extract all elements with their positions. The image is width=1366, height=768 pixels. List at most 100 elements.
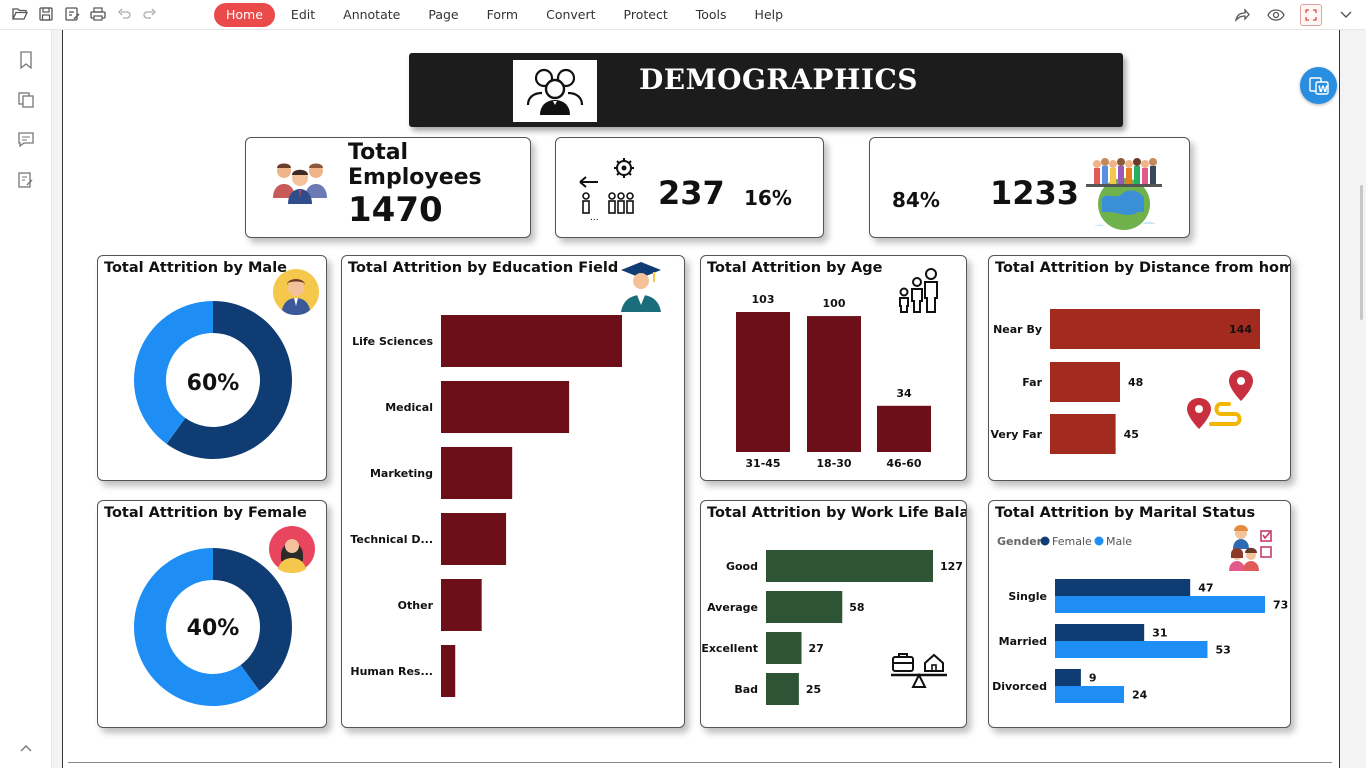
open-icon[interactable] bbox=[10, 4, 30, 24]
marital-value-label: 24 bbox=[1132, 689, 1148, 702]
distance-value-label: 45 bbox=[1124, 428, 1139, 441]
age-category-label: 31-45 bbox=[745, 457, 780, 470]
education-category-label: Other bbox=[398, 599, 434, 612]
worklife-bar bbox=[766, 673, 799, 705]
vertical-scrollbar[interactable] bbox=[1360, 185, 1363, 320]
marital-category-label: Divorced bbox=[992, 680, 1047, 693]
marital-category-label: Married bbox=[999, 635, 1047, 648]
share-icon[interactable] bbox=[1232, 5, 1252, 25]
card-attrition-distance: Total Attrition by Distance from home Ne… bbox=[988, 255, 1291, 481]
left-sidebar bbox=[0, 30, 52, 768]
education-bar bbox=[441, 315, 622, 367]
retained-count: 1233 bbox=[990, 174, 1080, 212]
worklife-value-label: 25 bbox=[806, 683, 821, 696]
kpi-attrition: ... 237 16% bbox=[555, 137, 824, 238]
fullscreen-icon[interactable] bbox=[1300, 4, 1322, 26]
education-bar-chart: Life Sciences Medical Marketing Technical D… bbox=[350, 315, 622, 697]
total-employees-label: Total Employees bbox=[348, 140, 482, 190]
signature-icon[interactable] bbox=[16, 170, 36, 190]
card-attrition-male: Total Attrition by Male 60% bbox=[97, 255, 327, 481]
employees-group-icon bbox=[272, 158, 328, 208]
age-bar bbox=[807, 316, 861, 452]
attrition-leaving-icon: ... bbox=[576, 156, 642, 226]
comment-icon[interactable] bbox=[16, 130, 36, 150]
distance-bar-chart: Near By 144 Far 48 Very Far 45 bbox=[990, 309, 1260, 454]
worklife-category-label: Good bbox=[726, 560, 758, 573]
main-menu: Home Edit Annotate Page Form Convert Pro… bbox=[214, 3, 799, 27]
menu-convert[interactable]: Convert bbox=[534, 3, 607, 27]
worklife-bar bbox=[766, 591, 843, 623]
attrition-percent: 16% bbox=[744, 186, 792, 210]
svg-text:W: W bbox=[1318, 85, 1328, 95]
worklife-bar bbox=[766, 632, 802, 664]
convert-to-word-button[interactable]: W bbox=[1300, 67, 1337, 104]
menu-help[interactable]: Help bbox=[743, 3, 796, 27]
total-employees-value: 1470 bbox=[348, 190, 443, 230]
marital-category-label: Single bbox=[1008, 590, 1047, 603]
marital-value-label: 47 bbox=[1198, 582, 1213, 595]
dashboard-header: DEMOGRAPHICS bbox=[409, 53, 1123, 127]
chevron-up-icon[interactable] bbox=[16, 738, 36, 758]
menu-annotate[interactable]: Annotate bbox=[331, 3, 412, 27]
age-value-label: 100 bbox=[823, 297, 846, 310]
card-attrition-age: Total Attrition by Age 103 31-45 100 18-30 3… bbox=[700, 255, 967, 481]
legend-label-female: Female bbox=[1052, 535, 1092, 548]
card-attrition-marital: Total Attrition by Marital Status Gender… bbox=[988, 500, 1291, 728]
worklife-category-label: Excellent bbox=[701, 642, 758, 655]
print-icon[interactable] bbox=[88, 4, 108, 24]
distance-value-label: 48 bbox=[1128, 376, 1143, 389]
education-category-label: Medical bbox=[385, 401, 433, 414]
education-bar bbox=[441, 645, 456, 697]
card-attrition-female: Total Attrition by Female 40% bbox=[97, 500, 327, 728]
distance-category-label: Far bbox=[1022, 376, 1042, 389]
worklife-value-label: 27 bbox=[809, 642, 824, 655]
marital-bar-female bbox=[1055, 624, 1145, 641]
marital-bar-female bbox=[1055, 579, 1191, 596]
menu-protect[interactable]: Protect bbox=[612, 3, 680, 27]
save-icon[interactable] bbox=[36, 4, 56, 24]
male-donut-label: 60% bbox=[187, 371, 240, 396]
menu-home[interactable]: Home bbox=[214, 3, 275, 27]
undo-icon[interactable] bbox=[114, 4, 134, 24]
female-donut-chart: 40% bbox=[133, 548, 292, 706]
people-group-icon bbox=[513, 60, 597, 122]
app-window: { "menu": { "items": ["Home", "Edit", "A… bbox=[0, 0, 1366, 768]
distance-category-label: Very Far bbox=[990, 428, 1042, 441]
worklife-bar bbox=[766, 550, 933, 582]
bookmark-icon[interactable] bbox=[16, 50, 36, 70]
menu-edit[interactable]: Edit bbox=[279, 3, 327, 27]
view-icon[interactable] bbox=[1266, 5, 1286, 25]
menu-page[interactable]: Page bbox=[416, 3, 470, 27]
marital-bar-male bbox=[1055, 641, 1208, 658]
age-bar bbox=[877, 405, 931, 452]
marital-legend-title: Gender bbox=[997, 535, 1043, 548]
card-attrition-worklife: Total Attrition by Work Life Balance Goo… bbox=[700, 500, 967, 728]
marital-bar-chart: Gender Female Male Single 47 73 Married 31 53 Di… bbox=[992, 535, 1288, 703]
top-menu-bar: Home Edit Annotate Page Form Convert Pro… bbox=[0, 0, 1366, 30]
kpi-total-employees: Total Employees 1470 bbox=[245, 137, 531, 238]
pages-icon[interactable] bbox=[16, 90, 36, 110]
worklife-category-label: Average bbox=[707, 601, 758, 614]
chevron-down-icon[interactable] bbox=[1336, 5, 1356, 25]
menu-form[interactable]: Form bbox=[475, 3, 531, 27]
education-category-label: Human Res... bbox=[350, 665, 433, 678]
distance-category-label: Near By bbox=[993, 323, 1042, 336]
kpi-retained: 84% 1233 bbox=[869, 137, 1190, 238]
legend-marker-male bbox=[1094, 536, 1104, 546]
worklife-value-label: 127 bbox=[940, 560, 963, 573]
worklife-value-label: 58 bbox=[849, 601, 864, 614]
marital-bar-male bbox=[1055, 596, 1265, 613]
education-bar bbox=[441, 513, 507, 565]
retained-percent: 84% bbox=[892, 188, 940, 212]
age-bar bbox=[736, 312, 790, 452]
male-donut-chart: 60% bbox=[134, 301, 292, 459]
attrition-count: 237 bbox=[658, 174, 725, 212]
menu-tools[interactable]: Tools bbox=[684, 3, 739, 27]
save-as-icon[interactable] bbox=[62, 4, 82, 24]
education-category-label: Life Sciences bbox=[352, 335, 433, 348]
marital-value-label: 73 bbox=[1273, 599, 1288, 612]
redo-icon[interactable] bbox=[140, 4, 160, 24]
word-convert-icon: W bbox=[1308, 76, 1329, 95]
marital-bar-male bbox=[1055, 686, 1125, 703]
page-divider bbox=[68, 762, 1332, 763]
